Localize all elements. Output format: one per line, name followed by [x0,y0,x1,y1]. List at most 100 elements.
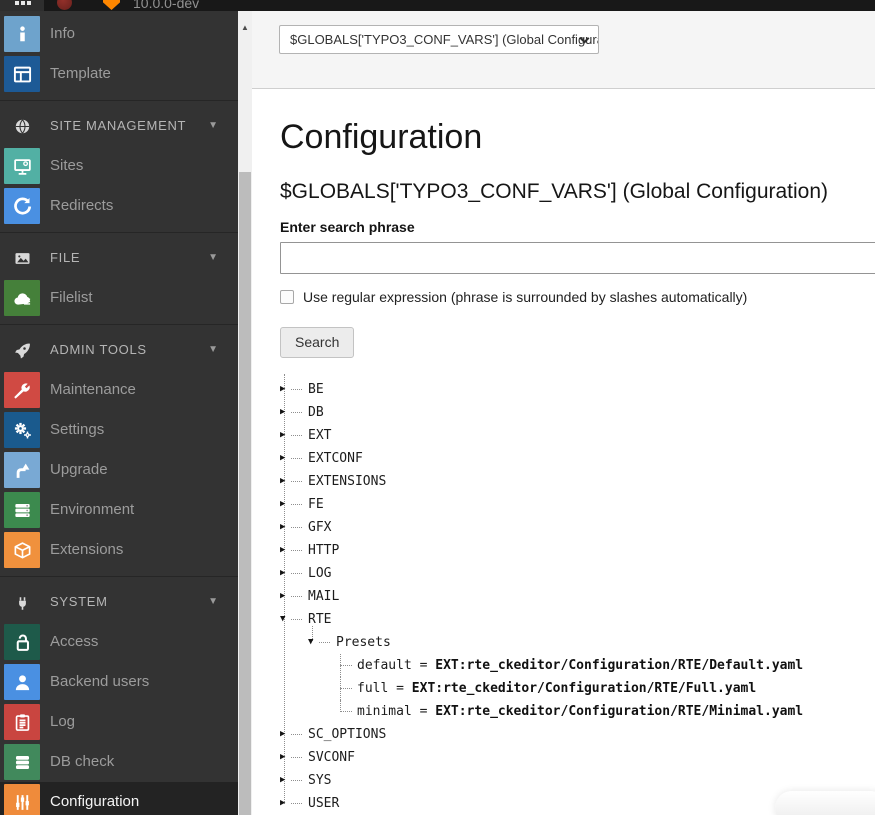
equals-sign: = [412,704,435,719]
docheader: $GLOBALS['TYPO3_CONF_VARS'] (Global Conf… [252,11,875,89]
tree-node-http: ▶ HTTP [280,539,847,562]
tree-node-label[interactable]: EXTENSIONS [308,474,386,489]
tree-expand-icon[interactable]: ▶ [280,384,290,394]
tree-expand-icon[interactable]: ▶ [280,407,290,417]
tree-node-minimal: minimal = EXT:rte_ckeditor/Configuration… [336,700,847,723]
sidebar-item-db-check[interactable]: DB check [0,742,238,782]
sidebar-item-filelist[interactable]: Filelist [0,278,238,318]
tree-node-label[interactable]: Presets [336,635,391,650]
tree-expand-icon[interactable]: ▶ [280,752,290,762]
sidebar-item-label: Filelist [50,278,93,318]
tree-node-label[interactable]: DB [308,405,324,420]
sidebar-item-template[interactable]: Template [0,54,238,94]
sidebar-item-sites[interactable]: Sites [0,146,238,186]
tree-connector [319,642,330,643]
tree-node-ext: ▶ EXT [280,424,847,447]
configuration-section-select[interactable]: $GLOBALS['TYPO3_CONF_VARS'] (Global Conf… [279,25,599,54]
tree-node-label[interactable]: full [357,681,388,696]
tree-row-user: ▶ USER [280,792,847,815]
tree-node-label[interactable]: SC_OPTIONS [308,727,386,742]
caret-down-icon: ▼ [208,582,218,622]
sidebar-item-upgrade[interactable]: Upgrade [0,450,238,490]
sidebar-scrollbar[interactable]: ▲ [238,11,252,815]
tree-collapse-icon[interactable]: ▼ [280,614,290,624]
tree-node-label[interactable]: SVCONF [308,750,355,765]
tree-node-label[interactable]: LOG [308,566,331,581]
scrollbar-thumb[interactable] [239,172,251,815]
tree-node-extconf: ▶ EXTCONF [280,447,847,470]
tree-node-default: default = EXT:rte_ckeditor/Configuration… [336,654,847,677]
environment-icon [4,492,40,528]
sidebar-item-configuration[interactable]: Configuration [0,782,238,815]
sidebar-item-maintenance[interactable]: Maintenance [0,370,238,410]
selected-option-label: $GLOBALS['TYPO3_CONF_VARS'] (Global Conf… [290,32,599,47]
tree-row-http: ▶ HTTP [280,539,847,562]
regex-checkbox[interactable] [280,290,294,304]
tree-node-label[interactable]: USER [308,796,339,811]
sidebar-item-settings[interactable]: Settings [0,410,238,450]
tree-connector [291,573,302,574]
section-header-admin-tools[interactable]: ADMIN TOOLS▼ [0,330,238,370]
sidebar-item-extensions[interactable]: Extensions [0,530,238,570]
tree-node-value: EXT:rte_ckeditor/Configuration/RTE/Full.… [412,681,756,696]
tree-expand-icon[interactable]: ▶ [280,522,290,532]
tree-expand-icon[interactable]: ▶ [280,545,290,555]
tree-row-db: ▶ DB [280,401,847,424]
tree-node-label[interactable]: HTTP [308,543,339,558]
grid-icon [27,1,31,5]
tree-expand-icon[interactable]: ▶ [280,476,290,486]
search-input[interactable] [280,242,875,274]
sidebar-item-log[interactable]: Log [0,702,238,742]
tree-expand-icon[interactable]: ▶ [280,798,290,808]
tree-node-label[interactable]: RTE [308,612,331,627]
tree-node-label[interactable]: EXTCONF [308,451,363,466]
sidebar-item-environment[interactable]: Environment [0,490,238,530]
module-menu-section-system: SYSTEM▼AccessBackend usersLogDB checkCon… [0,576,238,815]
sidebar-item-label: Environment [50,490,134,530]
tree-node-label[interactable]: minimal [357,704,412,719]
tree-row-gfx: ▶ GFX [280,516,847,539]
tree-collapse-icon[interactable]: ▼ [308,637,318,647]
tree-expand-icon[interactable]: ▶ [280,430,290,440]
tree-node-label[interactable]: MAIL [308,589,339,604]
search-button[interactable]: Search [280,327,354,358]
tree-node-label[interactable]: EXT [308,428,331,443]
globe-icon [4,108,40,144]
typo3-logo-icon [103,0,120,10]
tree-expand-icon[interactable]: ▶ [280,775,290,785]
sidebar-item-access[interactable]: Access [0,622,238,662]
sidebar-item-info[interactable]: Info [0,14,238,54]
tree-row-default: default = EXT:rte_ckeditor/Configuration… [336,654,847,677]
redirects-icon [4,188,40,224]
tree-row-be: ▶ BE [280,378,847,401]
section-header-system[interactable]: SYSTEM▼ [0,582,238,622]
tree-node-label[interactable]: SYS [308,773,331,788]
sidebar-item-label: Redirects [50,186,113,226]
template-icon [4,56,40,92]
avatar[interactable] [57,0,72,10]
tree-expand-icon[interactable]: ▶ [280,729,290,739]
sidebar-item-label: DB check [50,742,114,782]
module-menu-toggle-button[interactable] [0,0,44,11]
settings-icon [4,412,40,448]
tree-row-minimal: minimal = EXT:rte_ckeditor/Configuration… [336,700,847,723]
sidebar-item-redirects[interactable]: Redirects [0,186,238,226]
image-icon [4,240,40,276]
section-header-site-management[interactable]: SITE MANAGEMENT▼ [0,106,238,146]
grid-icon [21,1,25,5]
tree-node-mail: ▶ MAIL [280,585,847,608]
tree-node-extensions: ▶ EXTENSIONS [280,470,847,493]
tree-node-label[interactable]: GFX [308,520,331,535]
tree-expand-icon[interactable]: ▶ [280,499,290,509]
tree-node-label[interactable]: FE [308,497,324,512]
tree-expand-icon[interactable]: ▶ [280,568,290,578]
scrollbar-up-arrow-icon[interactable]: ▲ [238,23,252,33]
tree-node-label[interactable]: BE [308,382,324,397]
tree-expand-icon[interactable]: ▶ [280,453,290,463]
extensions-icon [4,532,40,568]
section-header-file[interactable]: FILE▼ [0,238,238,278]
tree-expand-icon[interactable]: ▶ [280,591,290,601]
sidebar-item-backend-users[interactable]: Backend users [0,662,238,702]
tree-node-label[interactable]: default [357,658,412,673]
tree-connector [336,700,352,723]
